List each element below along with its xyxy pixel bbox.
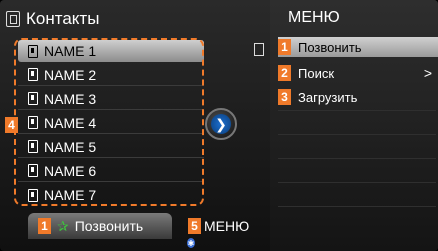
menu-divider [278, 158, 436, 159]
contact-card-icon [28, 164, 38, 177]
callout-badge: 1 [278, 39, 291, 55]
side-menu: МЕНЮ 1 Позвонить 2 Поиск > 3 Загрузить [270, 0, 438, 251]
contact-row[interactable]: NAME 2 [18, 64, 204, 86]
scroll-knob-icon: ❯ [211, 114, 231, 134]
contacts-screen: Контакты NAME 1 NAME 2 NAME 3 NAME 4 NAM… [0, 0, 438, 251]
callout-badge: 1 [38, 218, 51, 234]
callout-badge: 2 [278, 65, 291, 81]
contact-row[interactable]: NAME 7 [18, 184, 204, 206]
menu-item-search[interactable]: 2 Поиск > [278, 63, 438, 83]
contact-name: NAME 7 [44, 187, 97, 203]
contact-name: NAME 2 [44, 66, 97, 83]
scroll-knob[interactable]: ❯ [205, 108, 237, 140]
menu-item-download[interactable]: 3 Загрузить [278, 87, 438, 107]
contact-card-icon [28, 92, 38, 105]
menu-title: МЕНЮ [288, 9, 340, 26]
callout-badge: 3 [278, 89, 291, 105]
contacts-card-icon [6, 11, 20, 27]
page-title: Контакты [26, 9, 100, 28]
menu-divider [278, 182, 436, 183]
menu-button[interactable]: 5 МЕНЮ [188, 213, 252, 239]
contact-name: NAME 4 [44, 114, 97, 131]
contact-card-icon [254, 43, 264, 56]
contact-card-icon [28, 116, 38, 129]
callout-badge: 5 [188, 218, 201, 234]
contact-row[interactable]: NAME 6 [18, 160, 204, 182]
contact-row[interactable]: NAME 3 [18, 88, 204, 110]
menu-divider [278, 134, 436, 135]
contact-name: NAME 5 [44, 138, 97, 155]
bottom-bar: 1 ✰ Позвонить 5 МЕНЮ [0, 211, 270, 251]
call-button[interactable]: 1 ✰ Позвонить [28, 213, 172, 239]
menu-item-label: Загрузить [298, 89, 358, 105]
contact-card-icon [28, 188, 38, 202]
menu-item-label: Позвонить [298, 39, 362, 55]
contact-name: NAME 6 [44, 162, 97, 179]
phone-icon: ✰ [57, 217, 69, 234]
title-bar: Контакты [6, 8, 270, 30]
contact-list: NAME 1 NAME 2 NAME 3 NAME 4 NAME 5 NAME … [14, 38, 204, 208]
callout-badge: 4 [5, 117, 18, 133]
menu-button-label: МЕНЮ [204, 218, 250, 234]
contact-name: NAME 3 [44, 90, 97, 107]
contact-row[interactable]: NAME 5 [18, 136, 204, 158]
contact-card-icon [28, 44, 38, 58]
menu-divider [278, 110, 436, 111]
contact-name: NAME 1 [44, 43, 97, 59]
contact-row[interactable]: NAME 1 [18, 40, 204, 62]
chevron-right-icon: > [423, 65, 432, 81]
menu-item-label: Поиск [298, 65, 335, 81]
contact-card-icon [28, 68, 38, 81]
menu-item-call[interactable]: 1 Позвонить [278, 37, 438, 57]
call-button-label: Позвонить [74, 218, 144, 234]
menu-divider [278, 206, 436, 207]
bluetooth-icon: ✱ [187, 238, 195, 248]
contact-row[interactable]: NAME 4 [18, 112, 204, 134]
contact-card-icon [28, 140, 38, 153]
